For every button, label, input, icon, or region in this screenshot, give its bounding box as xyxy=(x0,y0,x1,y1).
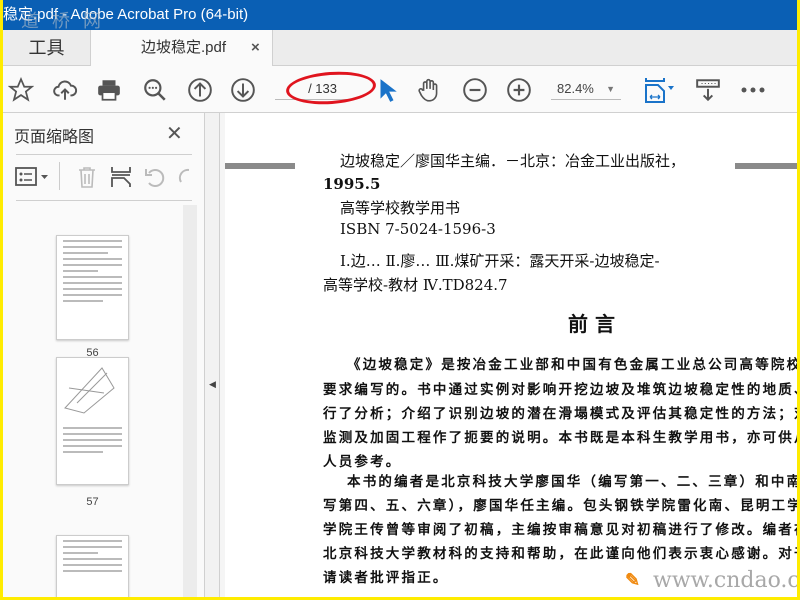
chevron-down-icon: ▼ xyxy=(606,84,615,94)
select-cursor-icon[interactable] xyxy=(373,76,401,104)
thumbnail-options-icon[interactable] xyxy=(13,165,53,189)
toolbar: / 133 82.4% ▼ xyxy=(3,66,797,113)
panel-collapse-handle[interactable]: ◀ xyxy=(205,113,220,597)
close-panel-icon[interactable]: ✕ xyxy=(166,121,183,146)
body-line: 监测及加固工程作了扼要的说明。本书既是本科生教学用书，亦可供从事边 xyxy=(323,430,797,446)
thumbnail-label: 57 xyxy=(86,496,99,508)
body-line: 人员参考。 xyxy=(323,454,402,470)
document-view: 边坡稳定／廖国华主编．－北京：冶金工业出版社， 1995.5 高等学校教学用书 … xyxy=(220,113,797,597)
next-page-icon[interactable] xyxy=(229,76,257,104)
print-icon[interactable] xyxy=(95,76,123,104)
divider xyxy=(16,200,192,201)
watermark-url: www.cndao.com xyxy=(653,568,797,593)
tab-document[interactable]: 边坡稳定.pdf × xyxy=(91,30,273,67)
zoom-in-icon[interactable] xyxy=(505,76,533,104)
body-line: 北京科技大学教材科的支持和帮助，在此谨向他们表示衷心感谢。对于书中 xyxy=(323,546,797,562)
panel-scrollbar[interactable] xyxy=(183,205,197,597)
more-options-icon[interactable] xyxy=(739,76,767,104)
upload-cloud-icon[interactable] xyxy=(51,76,79,104)
scan-edge xyxy=(225,163,295,169)
close-tab-icon[interactable]: × xyxy=(251,30,260,66)
zoom-out-icon[interactable] xyxy=(461,76,489,104)
red-annotation-ellipse xyxy=(284,68,378,108)
delete-trash-icon[interactable] xyxy=(75,165,99,189)
hand-tool-icon[interactable] xyxy=(415,76,443,104)
watermark-text: ✎www.cndao.com xyxy=(625,568,797,593)
extract-pages-icon[interactable] xyxy=(109,165,133,189)
panel-title: 页面缩略图 xyxy=(14,129,95,146)
rotate-right-icon[interactable] xyxy=(177,165,189,189)
acrobat-window: 稳定.pdf - Adobe Acrobat Pro (64-bit) 道 桥 … xyxy=(3,0,797,597)
cip-line: 高等学校-教材 Ⅳ.TD824.7 xyxy=(323,276,508,294)
zoom-level-value: 82.4% xyxy=(557,81,594,96)
fit-width-icon[interactable] xyxy=(643,76,679,104)
zoom-level-dropdown[interactable]: 82.4% ▼ xyxy=(551,78,621,100)
page-thumbnails-panel: 页面缩略图 ✕ 56 57 xyxy=(3,113,205,597)
body-line: 写第四、五、六章），廖国华任主编。包头钢铁学院雷化南、昆明工学院臧士 xyxy=(323,498,797,514)
bookmark-star-icon[interactable] xyxy=(7,76,35,104)
pdf-page: 边坡稳定／廖国华主编．－北京：冶金工业出版社， 1995.5 高等学校教学用书 … xyxy=(225,113,797,597)
tab-document-label: 边坡稳定.pdf xyxy=(141,39,227,56)
zoom-search-icon[interactable] xyxy=(141,76,169,104)
cip-line: 1995.5 xyxy=(323,175,381,193)
page-thumbnail[interactable] xyxy=(56,535,129,597)
scroll-mode-icon[interactable] xyxy=(693,76,723,104)
tab-bar: 工具 边坡稳定.pdf × xyxy=(3,30,797,67)
previous-page-icon[interactable] xyxy=(186,76,214,104)
body-line: 请读者批评指正。 xyxy=(323,570,449,586)
divider xyxy=(59,162,60,190)
body-line: 行了分析；介绍了识别边坡的潜在滑塌模式及评估其稳定性的方法；对矿山 xyxy=(323,406,797,422)
divider xyxy=(16,154,192,155)
preface-heading: 前 言 xyxy=(568,312,615,336)
cip-line: ISBN 7-5024-1596-3 xyxy=(340,220,496,238)
body-line: 学院王传曾等审阅了初稿，主编按审稿意见对初稿进行了修改。编者在成书 xyxy=(323,522,797,538)
cip-line: 边坡稳定／廖国华主编．－北京：冶金工业出版社， xyxy=(340,152,686,170)
page-thumbnail[interactable] xyxy=(56,357,129,485)
rotate-left-icon[interactable] xyxy=(143,165,167,189)
body-line: 《边坡稳定》是按冶金工业部和中国有色金属工业总公司高等院校“八五” xyxy=(347,357,797,373)
title-bar: 稳定.pdf - Adobe Acrobat Pro (64-bit) 道 桥 … xyxy=(3,0,797,31)
tab-tools[interactable]: 工具 xyxy=(3,30,91,66)
body-line: 要求编写的。书中通过实例对影响开挖边坡及堆筑边坡稳定性的地质、力学 xyxy=(323,382,797,398)
scan-edge xyxy=(735,163,797,169)
cip-line: Ⅰ.边… Ⅱ.廖… Ⅲ.煤矿开采：露天开采-边坡稳定- xyxy=(340,252,660,270)
page-thumbnail[interactable] xyxy=(56,235,129,340)
collapse-left-icon: ◀ xyxy=(209,379,216,389)
body-line: 本书的编者是北京科技大学廖国华（编写第一、二、三章）和中南工业大 xyxy=(347,474,797,490)
cip-line: 高等学校教学用书 xyxy=(340,199,461,217)
